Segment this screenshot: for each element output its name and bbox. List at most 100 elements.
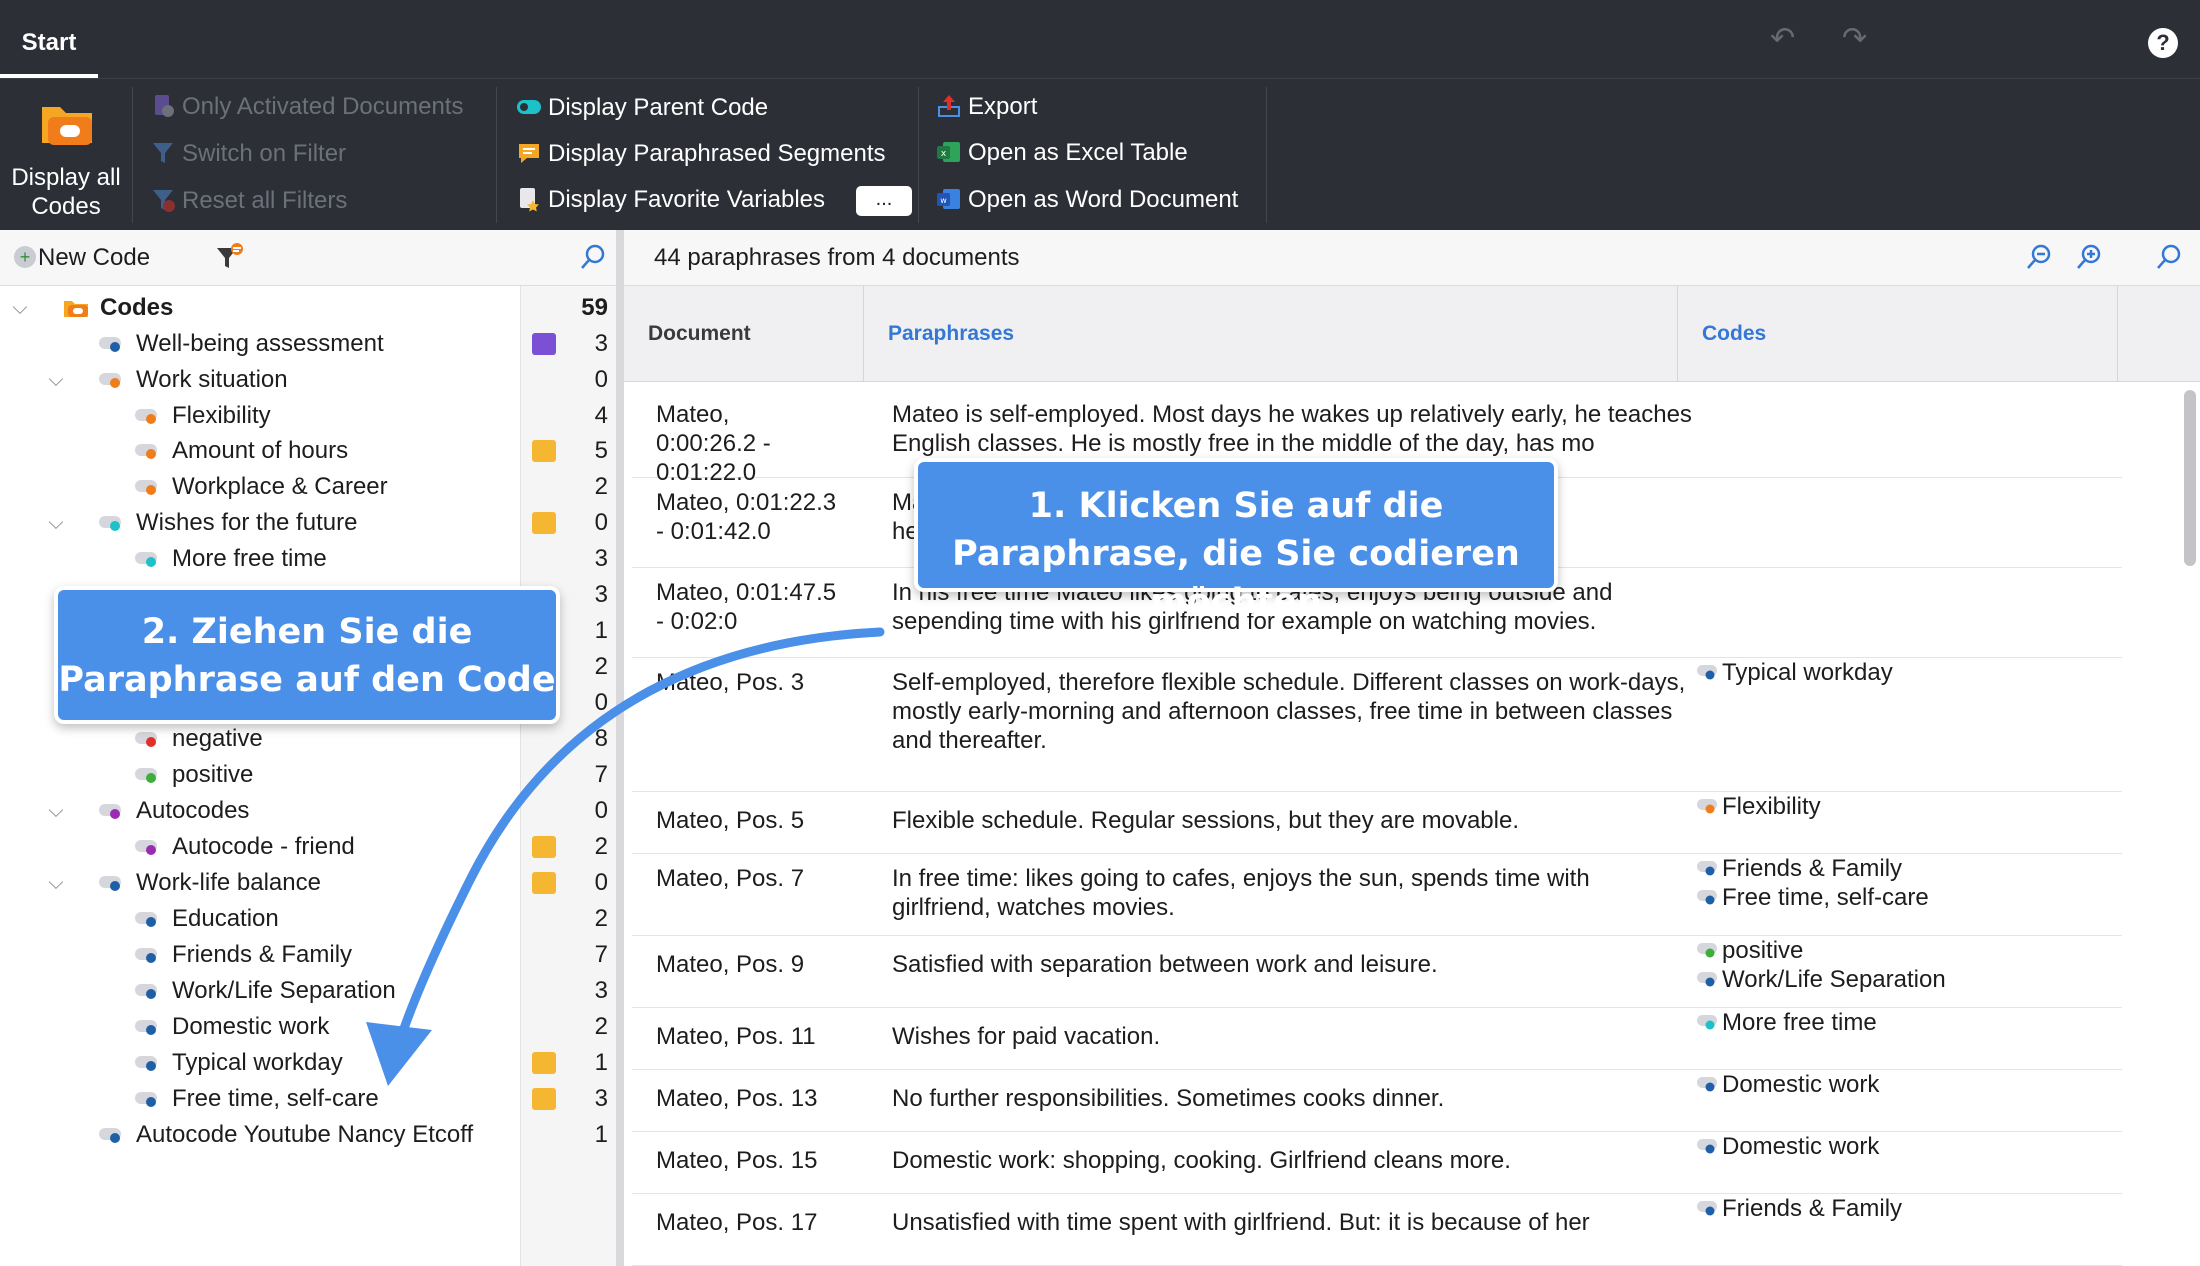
assigned-code[interactable]: More free time — [1696, 1008, 2116, 1037]
code-tree-row[interactable]: Work/Life Separation 3 — [0, 973, 616, 1009]
paraphrase-cell[interactable]: Wishes for paid vacation. — [892, 1022, 1692, 1051]
code-tree-row[interactable]: Amount of hours 5 — [0, 433, 616, 469]
code-tree-row[interactable]: ⌵ Wishes for the future 0 — [0, 505, 616, 541]
display-parent-code-button[interactable]: Display Parent Code — [516, 91, 768, 125]
code-tree-row[interactable]: ⌵ Codes 59 — [0, 290, 616, 326]
code-label: Domestic work — [172, 1013, 330, 1040]
code-tree-row[interactable]: Education 2 — [0, 901, 616, 937]
paraphrase-row[interactable]: Mateo, Pos. 13 No further responsibilitie… — [632, 1070, 2122, 1132]
code-count: 5 — [594, 437, 608, 464]
chevron-down-icon[interactable]: ⌵ — [46, 505, 66, 541]
column-header-codes[interactable]: Codes — [1678, 286, 2118, 382]
column-header-document[interactable]: Document — [624, 286, 864, 382]
assigned-code[interactable]: Friends & Family — [1696, 1194, 2116, 1223]
open-word-button[interactable]: w Open as Word Document — [936, 183, 1238, 217]
undo-icon[interactable]: ↶ — [1770, 24, 1800, 54]
code-tree-row[interactable]: Free time, self-care 3 — [0, 1081, 616, 1117]
vertical-scrollbar[interactable] — [2184, 390, 2196, 566]
only-activated-label: Only Activated Documents — [182, 93, 464, 120]
paraphrase-cell[interactable]: Flexible schedule. Regular sessions, but… — [892, 806, 1692, 835]
assigned-code[interactable]: Flexibility — [1696, 792, 2116, 821]
column-header-paraphrases[interactable]: Paraphrases — [864, 286, 1678, 382]
chevron-down-icon[interactable]: ⌵ — [46, 865, 66, 901]
paraphrase-cell[interactable]: In free time: likes going to cafes, enjo… — [892, 864, 1692, 922]
paraphrase-cell[interactable]: Unsatisfied with time spent with girlfri… — [892, 1208, 1692, 1237]
memo-icon[interactable] — [532, 512, 556, 534]
assigned-code[interactable]: Friends & Family — [1696, 854, 2116, 883]
code-tree-row[interactable]: Flexibility 4 — [0, 398, 616, 434]
redo-icon[interactable]: ↷ — [1842, 24, 1872, 54]
zoom-out-icon[interactable] — [2024, 242, 2054, 272]
code-tree-row[interactable]: Domestic work 2 — [0, 1009, 616, 1045]
search-icon[interactable] — [2154, 242, 2184, 272]
code-icon — [99, 337, 121, 352]
assigned-code[interactable]: Domestic work — [1696, 1132, 2116, 1161]
chevron-down-icon[interactable]: ⌵ — [10, 290, 30, 326]
reset-filters-button[interactable]: Reset all Filters — [150, 184, 347, 218]
codes-cell: Domestic work — [1696, 1132, 2116, 1161]
paraphrase-cell[interactable]: Satisfied with separation between work a… — [892, 950, 1692, 979]
search-icon[interactable] — [578, 242, 608, 272]
paraphrase-cell[interactable]: No further responsibilities. Sometimes c… — [892, 1084, 1692, 1113]
display-favorite-variables-button[interactable]: Display Favorite Variables — [516, 183, 825, 217]
code-tree-row[interactable]: Autocode - friend 2 — [0, 829, 616, 865]
code-tree-row[interactable]: Well-being assessment 3 — [0, 326, 616, 362]
paraphrase-row[interactable]: Mateo, Pos. 15 Domestic work: shopping, c… — [632, 1132, 2122, 1194]
chevron-down-icon[interactable]: ⌵ — [46, 362, 66, 398]
codes-cell: Friends & Family Free time, self-care — [1696, 854, 2116, 912]
more-options-button[interactable]: ... — [856, 186, 912, 216]
code-icon — [135, 1092, 157, 1107]
switch-on-filter-button[interactable]: Switch on Filter — [150, 137, 346, 171]
code-icon — [135, 768, 157, 783]
memo-icon[interactable] — [532, 440, 556, 462]
code-tree-row[interactable]: ⌵ Work-life balance 0 — [0, 865, 616, 901]
memo-icon[interactable] — [532, 872, 556, 894]
code-tree-row[interactable]: Workplace & Career 2 — [0, 469, 616, 505]
codes-cell: positive Work/Life Separation — [1696, 936, 2116, 994]
paraphrase-row[interactable]: Mateo, Pos. 3 Self-employed, therefore fl… — [632, 658, 2122, 792]
open-excel-button[interactable]: x Open as Excel Table — [936, 136, 1188, 170]
assigned-code[interactable]: positive — [1696, 936, 2116, 965]
memo-icon[interactable] — [532, 1088, 556, 1110]
code-tree-row[interactable]: Friends & Family 7 — [0, 937, 616, 973]
code-tree-row[interactable]: ⌵ Autocodes 0 — [0, 793, 616, 829]
help-icon[interactable]: ? — [2148, 28, 2178, 58]
code-filter-icon[interactable] — [214, 242, 244, 272]
code-tree-row[interactable]: Typical workday 1 — [0, 1045, 616, 1081]
export-button[interactable]: Export — [936, 90, 1037, 124]
paraphrase-cell[interactable]: Domestic work: shopping, cooking. Girlfr… — [892, 1146, 1692, 1175]
tab-start[interactable]: Start — [0, 0, 98, 78]
code-tree-row[interactable]: ⌵ Work situation 0 — [0, 362, 616, 398]
memo-icon[interactable] — [532, 1052, 556, 1074]
paraphrase-row[interactable]: Mateo, Pos. 11 Wishes for paid vacation. M… — [632, 1008, 2122, 1070]
assigned-code[interactable]: Work/Life Separation — [1696, 965, 2116, 994]
assigned-code[interactable]: Free time, self-care — [1696, 883, 2116, 912]
zoom-in-icon[interactable] — [2074, 242, 2104, 272]
paraphrase-row[interactable]: Mateo, Pos. 5 Flexible schedule. Regular … — [632, 792, 2122, 854]
code-tree-row[interactable]: Autocode Youtube Nancy Etcoff 1 — [0, 1117, 616, 1153]
code-tree-row[interactable]: More free time 3 — [0, 541, 616, 577]
code-tree-row[interactable]: negative 8 — [0, 721, 616, 757]
only-activated-documents-button[interactable]: Only Activated Documents — [150, 90, 463, 124]
code-icon — [99, 516, 121, 531]
new-code-button[interactable]: + New Code — [14, 242, 150, 274]
assigned-code[interactable]: Domestic work — [1696, 1070, 2116, 1099]
display-paraphrased-segments-button[interactable]: Display Paraphrased Segments — [516, 137, 886, 171]
code-icon — [135, 552, 157, 567]
paraphrase-cell[interactable]: Mateo is self-employed. Most days he wak… — [892, 400, 1692, 458]
reset-filter-icon — [153, 189, 175, 212]
display-paraphrased-label: Display Paraphrased Segments — [548, 140, 886, 167]
paraphrase-cell[interactable]: Self-employed, therefore flexible schedu… — [892, 668, 1692, 755]
assigned-code[interactable]: Typical workday — [1696, 658, 2116, 687]
paraphrase-toolbar: 44 paraphrases from 4 documents — [624, 230, 2200, 286]
code-tree-row[interactable]: positive 7 — [0, 757, 616, 793]
paraphrase-row[interactable]: Mateo, Pos. 9 Satisfied with separation b… — [632, 936, 2122, 1008]
memo-icon[interactable] — [532, 333, 556, 355]
display-all-codes-button[interactable]: Display all Codes — [0, 79, 132, 231]
code-icon — [1697, 798, 1717, 814]
paraphrase-row[interactable]: Mateo, Pos. 17 Unsatisfied with time spen… — [632, 1194, 2122, 1266]
memo-icon[interactable] — [532, 836, 556, 858]
code-icon — [1697, 971, 1717, 987]
chevron-down-icon[interactable]: ⌵ — [46, 793, 66, 829]
paraphrase-row[interactable]: Mateo, Pos. 7 In free time: likes going t… — [632, 854, 2122, 936]
